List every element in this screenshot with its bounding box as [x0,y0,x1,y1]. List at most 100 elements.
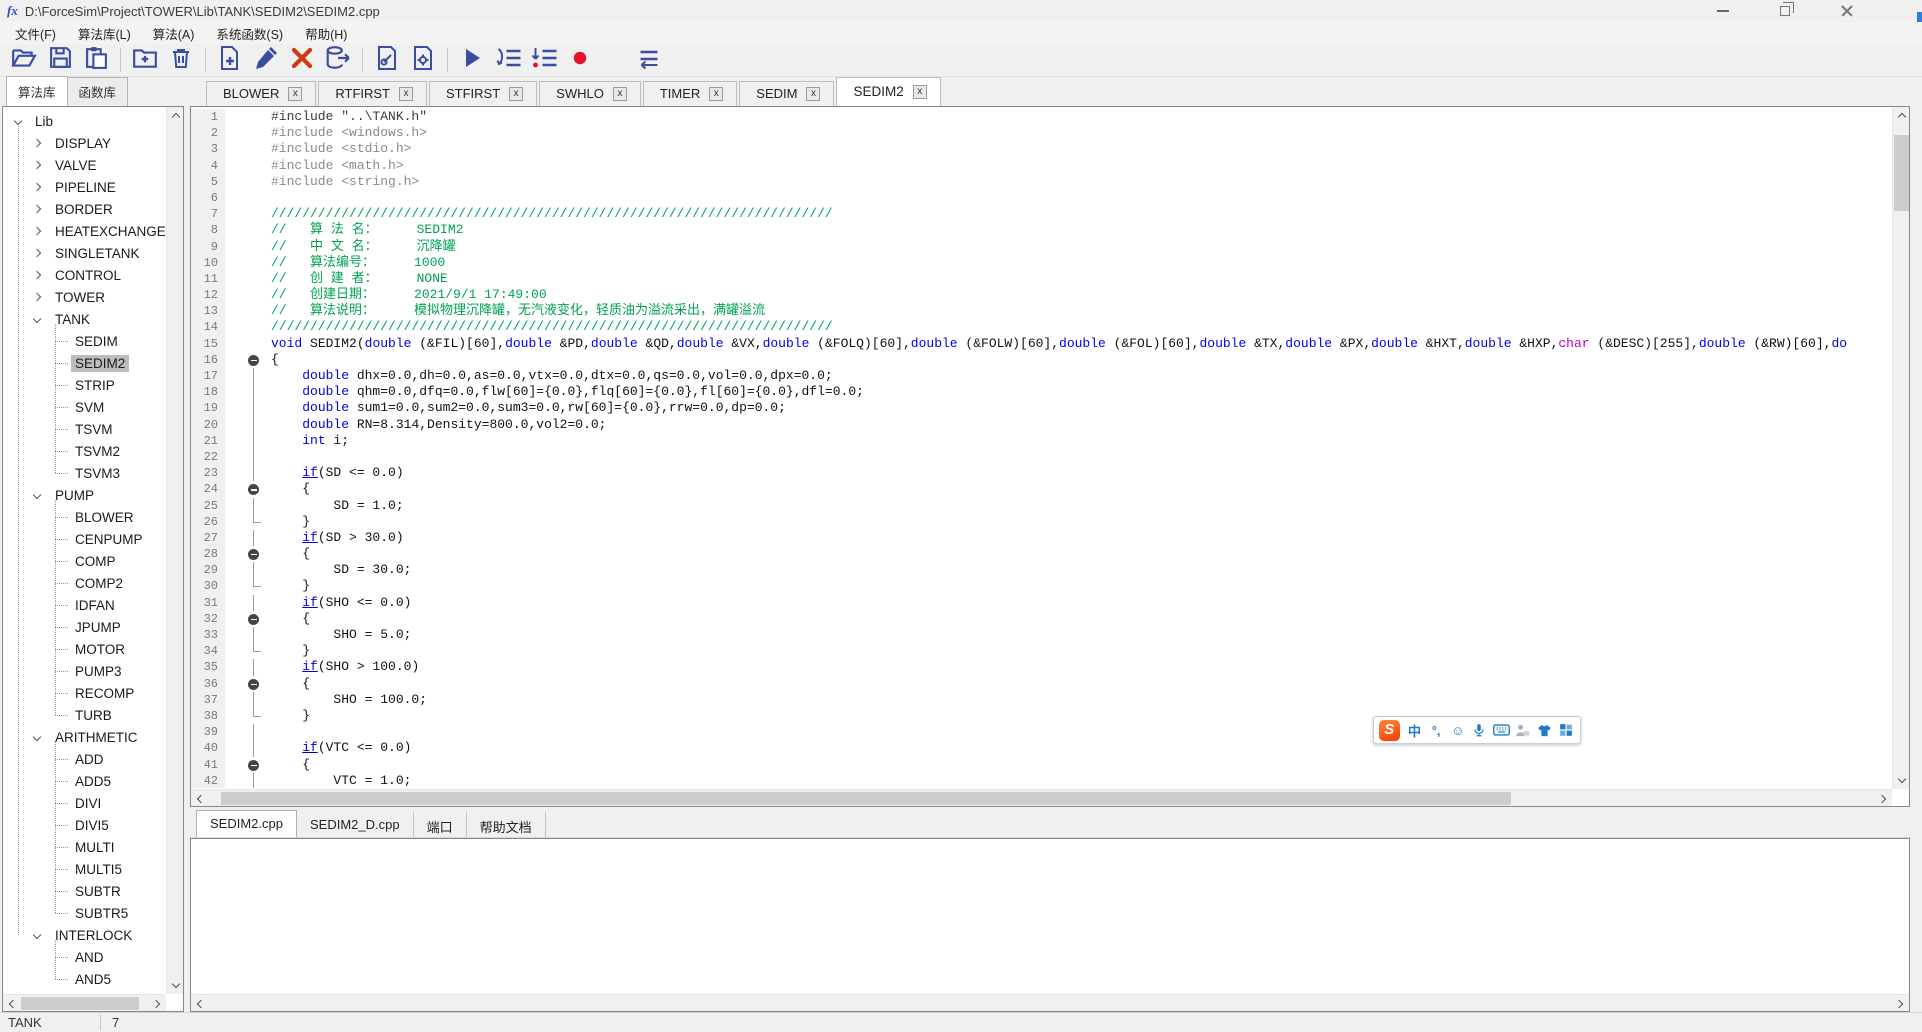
tree-item-divi5[interactable]: DIVI5 [3,814,165,836]
sync-lines-button[interactable] [628,45,664,75]
code-line[interactable]: 35 if(SHO > 100.0) [191,659,1891,675]
fold-collapse-icon[interactable] [248,614,259,625]
tree-item-interlock[interactable]: INTERLOCK [3,924,165,946]
scroll-up-icon[interactable] [167,107,184,124]
fold-margin[interactable] [225,676,265,692]
tab-algorithm-library[interactable]: 算法库 [6,76,68,106]
fold-margin[interactable] [225,757,265,773]
tree-item-tank[interactable]: TANK [3,308,165,330]
tree-item-lib[interactable]: Lib [3,110,165,132]
minimize-button[interactable] [1708,1,1738,21]
tree-item-pump3[interactable]: PUMP3 [3,660,165,682]
code-line[interactable]: 31 if(SHO <= 0.0) [191,595,1891,611]
code-line[interactable]: 15void SEDIM2(double (&FIL)[60],double &… [191,336,1891,352]
tree-item-tsvm[interactable]: TSVM [3,418,165,440]
document-tab-帮助文档[interactable]: 帮助文档 [467,812,546,837]
code-line[interactable]: 3#include <stdio.h> [191,141,1891,157]
scroll-up-icon[interactable] [1893,107,1910,124]
scroll-right-icon[interactable] [149,995,166,1012]
tree-item-add5[interactable]: ADD5 [3,770,165,792]
tree-item-comp2[interactable]: COMP2 [3,572,165,594]
chevron-down-icon[interactable] [33,315,41,323]
code-line[interactable]: 26 } [191,514,1891,530]
restore-button[interactable] [1770,1,1800,21]
menu-algorithm[interactable]: 算法(A) [142,21,206,46]
document-tab-SEDIM2.cpp[interactable]: SEDIM2.cpp [196,810,297,837]
tree-item-subtr[interactable]: SUBTR [3,880,165,902]
tree-item-and[interactable]: AND [3,946,165,968]
code-line[interactable]: 25 SD = 1.0; [191,498,1891,514]
tree-item-comp[interactable]: COMP [3,550,165,572]
close-icon[interactable]: x [806,87,820,101]
code-line[interactable]: 17 double dhx=0.0,dh=0.0,as=0.0,vtx=0.0,… [191,368,1891,384]
code-line[interactable]: 40 if(VTC <= 0.0) [191,740,1891,756]
tree-item-display[interactable]: DISPLAY [3,132,165,154]
code-line[interactable]: 7///////////////////////////////////////… [191,206,1891,222]
ime-emoji-button[interactable]: ☺ [1449,720,1467,740]
tree-item-turb[interactable]: TURB [3,704,165,726]
tree-item-tsvm2[interactable]: TSVM2 [3,440,165,462]
code-line[interactable]: 22 [191,449,1891,465]
new-file-button[interactable] [212,45,248,75]
tree-item-valve[interactable]: VALVE [3,154,165,176]
fold-collapse-icon[interactable] [248,355,259,366]
chevron-right-icon[interactable] [33,249,41,257]
code-line[interactable]: 28 { [191,546,1891,562]
close-icon[interactable]: x [399,87,413,101]
document-tab-SEDIM2_D.cpp[interactable]: SEDIM2_D.cpp [297,812,414,837]
edit-button[interactable] [248,45,284,75]
chevron-down-icon[interactable] [33,733,41,741]
tree-item-strip[interactable]: STRIP [3,374,165,396]
file-settings-button[interactable] [405,45,441,75]
code-line[interactable]: 4#include <math.h> [191,158,1891,174]
scroll-right-icon[interactable] [1892,995,1909,1012]
tree-item-heatexchanger[interactable]: HEATEXCHANGER [3,220,165,242]
chevron-down-icon[interactable] [33,491,41,499]
close-icon[interactable]: x [709,87,723,101]
ime-toolbox-button[interactable] [1557,720,1575,740]
code-line[interactable]: 21 int i; [191,433,1891,449]
tree-item-divi[interactable]: DIVI [3,792,165,814]
code-line[interactable]: 29 SD = 30.0; [191,562,1891,578]
code-line[interactable]: 23 if(SD <= 0.0) [191,465,1891,481]
code-line[interactable]: 5#include <string.h> [191,174,1891,190]
save-button[interactable] [42,45,78,75]
code-line[interactable]: 39 [191,724,1891,740]
code-line[interactable]: 18 double qhm=0.0,dfq=0.0,flw[60]={0.0},… [191,384,1891,400]
code-line[interactable]: 10// 算法编号： 1000 [191,255,1891,271]
code-area[interactable]: 1#include "..\TANK.h"2#include <windows.… [191,109,1891,788]
document-tab-端口[interactable]: 端口 [414,812,467,837]
code-line[interactable]: 11// 创 建 者： NONE [191,271,1891,287]
chevron-down-icon[interactable] [14,117,22,125]
sogou-logo[interactable]: S [1379,720,1400,741]
ime-virtual-keyboard-button[interactable] [1492,720,1510,740]
editor-tab-sedim2[interactable]: SEDIM2x [836,77,940,106]
open-file-button[interactable] [6,45,42,75]
scroll-left-icon[interactable] [191,790,208,807]
scroll-left-icon[interactable] [3,995,20,1012]
code-line[interactable]: 30 } [191,578,1891,594]
code-line[interactable]: 33 SHO = 5.0; [191,627,1891,643]
chevron-right-icon[interactable] [33,183,41,191]
code-line[interactable]: 13// 算法说明： 模拟物理沉降罐，无汽液变化，轻质油为溢流采出，满罐溢流 [191,303,1891,319]
menu-system-functions[interactable]: 系统函数(S) [205,21,294,46]
ime-skin-button[interactable] [1536,720,1554,740]
ime-punctuation-button[interactable]: °, [1427,720,1445,740]
chevron-right-icon[interactable] [33,205,41,213]
tree-item-blower[interactable]: BLOWER [3,506,165,528]
chevron-right-icon[interactable] [33,271,41,279]
editor-tab-stfirst[interactable]: STFIRSTx [429,81,537,106]
code-line[interactable]: 24 { [191,481,1891,497]
fold-collapse-icon[interactable] [248,679,259,690]
close-icon[interactable]: x [913,85,927,99]
code-line[interactable]: 12// 创建日期： 2021/9/1 17:49:00 [191,287,1891,303]
code-line[interactable]: 1#include "..\TANK.h" [191,109,1891,125]
new-folder-button[interactable] [127,45,163,75]
scroll-down-icon[interactable] [1893,772,1910,789]
tree-item-arithmetic[interactable]: ARITHMETIC [3,726,165,748]
tree-horizontal-scrollbar[interactable] [3,994,166,1011]
tree-item-tower[interactable]: TOWER [3,286,165,308]
tree-item-recomp[interactable]: RECOMP [3,682,165,704]
code-line[interactable]: 19 double sum1=0.0,sum2=0.0,sum3=0.0,rw[… [191,400,1891,416]
chevron-right-icon[interactable] [33,161,41,169]
